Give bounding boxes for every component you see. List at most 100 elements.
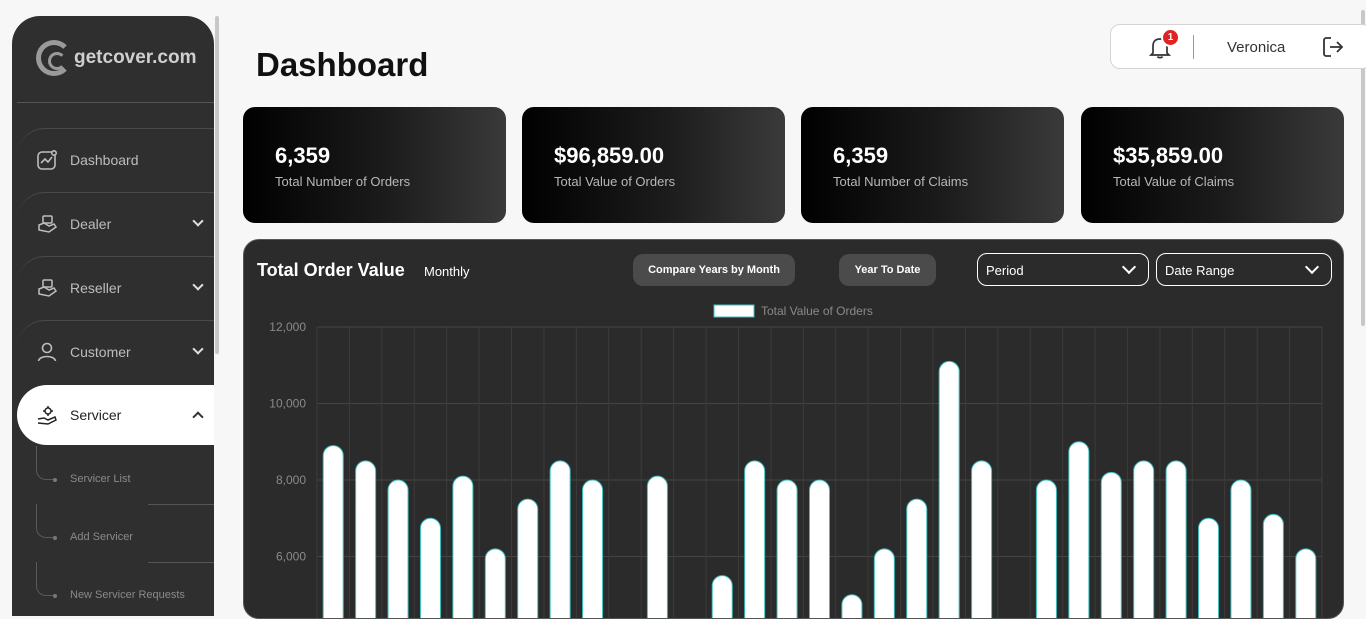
chevron-down-icon[interactable] — [192, 343, 204, 355]
stat-card-claims-value: $35,859.00 Total Value of Claims — [1081, 107, 1344, 223]
sidebar-item-servicer[interactable]: Servicer — [17, 385, 214, 445]
dashboard-icon — [35, 148, 59, 172]
chart-bar[interactable] — [1230, 479, 1252, 619]
chart-bar[interactable] — [387, 479, 409, 619]
chart-bar[interactable] — [1068, 441, 1090, 619]
select-value: Period — [986, 263, 1024, 278]
chart-subtitle: Monthly — [424, 264, 470, 279]
stat-value: 6,359 — [833, 143, 889, 168]
chart-bar[interactable] — [1295, 548, 1317, 619]
tree-connector — [36, 562, 54, 596]
y-tick-label: 10,000 — [269, 397, 306, 411]
chart-bar[interactable] — [484, 548, 506, 619]
sub-item-add-servicer[interactable]: Add Servicer — [36, 504, 214, 562]
chart-title: Total Order Value — [257, 260, 405, 280]
sidebar-item-reseller[interactable]: Reseller — [17, 256, 214, 318]
legend-label: Total Value of Orders — [761, 304, 873, 318]
stat-value: 6,359 — [275, 143, 331, 168]
bar-chart: 12,000 10,000 8,000 6,000 Total Value of Or… — [269, 304, 1323, 619]
chart-bar[interactable] — [744, 460, 766, 619]
date-range-select[interactable]: Date Range — [1156, 253, 1332, 286]
sub-item-label: Add Servicer — [70, 531, 133, 543]
stat-label: Total Value of Claims — [1113, 174, 1235, 189]
chart-panel: Total Order Value Monthly Compare Years … — [243, 239, 1344, 619]
stat-label: Total Number of Claims — [833, 174, 969, 189]
year-to-date-button[interactable]: Year To Date — [839, 254, 936, 286]
dealer-icon — [35, 212, 59, 236]
user-name[interactable]: Veronica — [1227, 39, 1285, 56]
chevron-down-icon[interactable] — [192, 279, 204, 291]
user-bar: 1 Veronica — [1110, 24, 1366, 69]
divider — [148, 562, 214, 563]
sidebar-item-customer[interactable]: Customer — [17, 320, 214, 382]
divider — [148, 504, 214, 505]
chart-bar[interactable] — [873, 548, 895, 619]
sidebar-item-label: Servicer — [70, 407, 122, 423]
chart-bar[interactable] — [549, 460, 571, 619]
chevron-down-icon — [1121, 259, 1137, 275]
logout-icon[interactable] — [1321, 35, 1345, 59]
stat-value: $35,859.00 — [1113, 143, 1224, 168]
servicer-icon — [35, 403, 59, 427]
chevron-down-icon[interactable] — [192, 215, 204, 227]
y-tick-label: 8,000 — [276, 473, 306, 487]
bullet-dot — [53, 536, 57, 540]
bullet-dot — [53, 478, 57, 482]
chart-bar[interactable] — [1262, 513, 1284, 619]
chart-bar[interactable] — [1133, 460, 1155, 619]
chart-bar[interactable] — [1035, 479, 1057, 619]
stat-label: Total Number of Orders — [275, 174, 411, 189]
sub-item-servicer-list[interactable]: Servicer List — [36, 446, 214, 504]
chart-bar[interactable] — [938, 360, 960, 619]
logo[interactable]: getcover.com — [36, 40, 197, 76]
chart-bar[interactable] — [517, 498, 539, 619]
chart-bar[interactable] — [809, 479, 830, 619]
notification-badge: 1 — [1161, 28, 1180, 47]
chart-bar[interactable] — [355, 460, 377, 619]
logo-icon — [36, 40, 72, 76]
chevron-up-icon[interactable] — [192, 411, 204, 423]
sidebar: getcover.com Dashboard Dealer Reseller C… — [12, 16, 214, 616]
chart-bar[interactable] — [1165, 460, 1187, 619]
legend-swatch — [713, 304, 755, 318]
chart-bar[interactable] — [646, 475, 668, 619]
chart-bar[interactable] — [1198, 517, 1220, 619]
y-tick-label: 6,000 — [276, 550, 306, 564]
chart-bar[interactable] — [1100, 471, 1122, 619]
divider — [17, 102, 214, 103]
chart-bar[interactable] — [711, 575, 733, 619]
sidebar-item-label: Customer — [70, 343, 131, 360]
chart-bar[interactable] — [582, 479, 604, 619]
chart-bar[interactable] — [452, 475, 474, 619]
chart-bar[interactable] — [419, 517, 441, 619]
stat-card-total-orders: 6,359 Total Number of Orders — [243, 107, 506, 223]
logo-text: getcover.com — [74, 47, 197, 68]
chart-bar[interactable] — [322, 445, 344, 619]
sidebar-item-label: Dashboard — [70, 151, 139, 168]
tree-connector — [36, 446, 54, 480]
sidebar-scrollbar[interactable] — [215, 16, 219, 354]
period-select[interactable]: Period — [977, 253, 1149, 286]
chart-bar[interactable] — [971, 460, 993, 619]
select-value: Date Range — [1165, 263, 1235, 278]
sidebar-item-dealer[interactable]: Dealer — [17, 192, 214, 254]
tree-connector — [36, 504, 54, 538]
customer-icon — [35, 340, 59, 364]
stat-card-order-value: $96,859.00 Total Value of Orders — [522, 107, 785, 223]
sidebar-item-label: Dealer — [70, 215, 112, 232]
chart-bar[interactable] — [906, 498, 928, 619]
reseller-icon — [35, 276, 59, 300]
stat-card-total-claims: 6,359 Total Number of Claims — [801, 107, 1064, 223]
chevron-down-icon — [1304, 259, 1320, 275]
page-title: Dashboard — [256, 46, 429, 83]
compare-years-button[interactable]: Compare Years by Month — [633, 254, 795, 286]
sidebar-item-dashboard[interactable]: Dashboard — [17, 128, 214, 190]
chart-bar[interactable] — [776, 479, 798, 619]
sub-item-label: New Servicer Requests — [70, 589, 185, 601]
sidebar-item-label: Reseller — [70, 279, 122, 296]
stat-value: $96,859.00 — [554, 143, 665, 168]
stat-label: Total Value of Orders — [554, 174, 676, 189]
sub-item-new-servicer-requests[interactable]: New Servicer Requests — [36, 562, 214, 616]
bullet-dot — [53, 594, 57, 598]
y-tick-label: 12,000 — [269, 320, 306, 334]
